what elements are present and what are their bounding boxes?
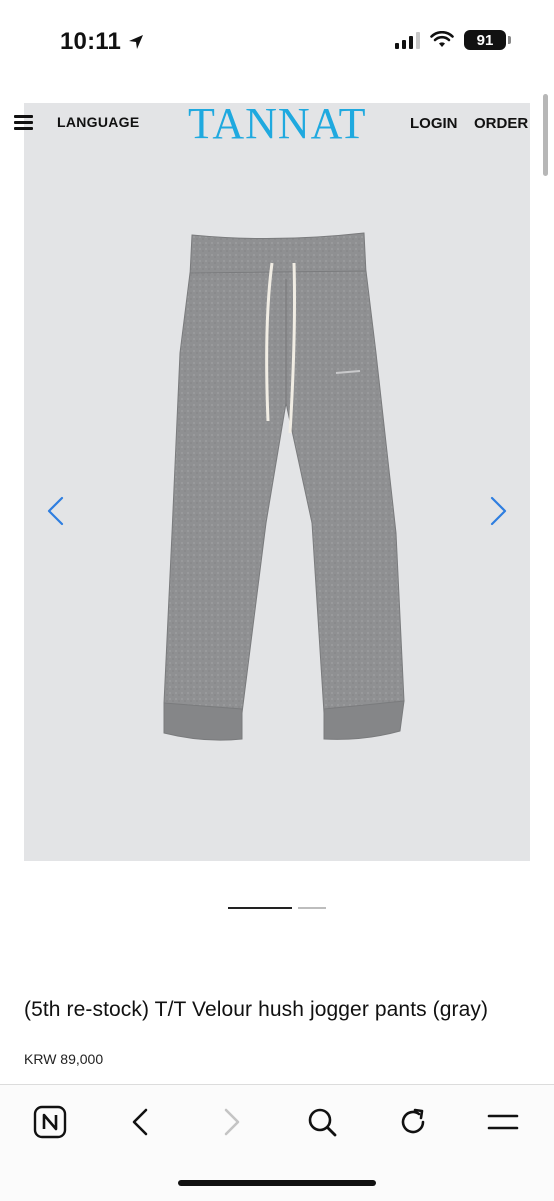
gallery-page-indicator-active[interactable]: [228, 907, 292, 909]
home-indicator[interactable]: [178, 1180, 376, 1186]
browser-menu-button[interactable]: [486, 1105, 520, 1139]
site-header: LANGUAGE TANNAT LOGIN ORDER: [0, 101, 554, 147]
back-button[interactable]: [124, 1105, 158, 1139]
status-indicators: 91: [395, 30, 511, 50]
jogger-pants-image: [163, 232, 405, 741]
status-time: 10:11: [60, 28, 145, 56]
product-image[interactable]: [24, 103, 530, 861]
back-icon: [132, 1108, 148, 1136]
location-arrow-icon: [129, 35, 144, 49]
forward-button[interactable]: [214, 1105, 248, 1139]
reload-button[interactable]: [396, 1105, 430, 1139]
gallery-next-button[interactable]: [486, 495, 510, 527]
forward-icon: [224, 1108, 240, 1136]
chevron-right-icon: [490, 496, 507, 526]
naver-home-icon: [33, 1105, 67, 1139]
order-link[interactable]: ORDER: [474, 115, 528, 132]
chevron-left-icon: [47, 496, 64, 526]
gallery-pagination: [228, 907, 326, 909]
naver-home-button[interactable]: [33, 1105, 67, 1139]
hamburger-menu-icon[interactable]: [14, 115, 33, 131]
site-logo[interactable]: TANNAT: [188, 101, 366, 147]
cellular-signal-icon: [395, 31, 420, 49]
search-icon: [308, 1108, 337, 1137]
language-link[interactable]: LANGUAGE: [57, 114, 140, 130]
login-link[interactable]: LOGIN: [410, 115, 458, 132]
gallery-prev-button[interactable]: [44, 495, 68, 527]
product-title: (5th re-stock) T/T Velour hush jogger pa…: [24, 998, 489, 1021]
menu-icon: [487, 1114, 519, 1130]
clock: 10:11: [60, 28, 122, 55]
product-price: KRW 89,000: [24, 1051, 104, 1067]
wifi-icon: [430, 31, 454, 47]
status-bar: 10:11 91: [0, 0, 554, 80]
search-button[interactable]: [305, 1105, 339, 1139]
battery-indicator: 91: [464, 30, 511, 50]
gallery-page-indicator[interactable]: [298, 907, 326, 909]
reload-icon: [401, 1108, 425, 1134]
